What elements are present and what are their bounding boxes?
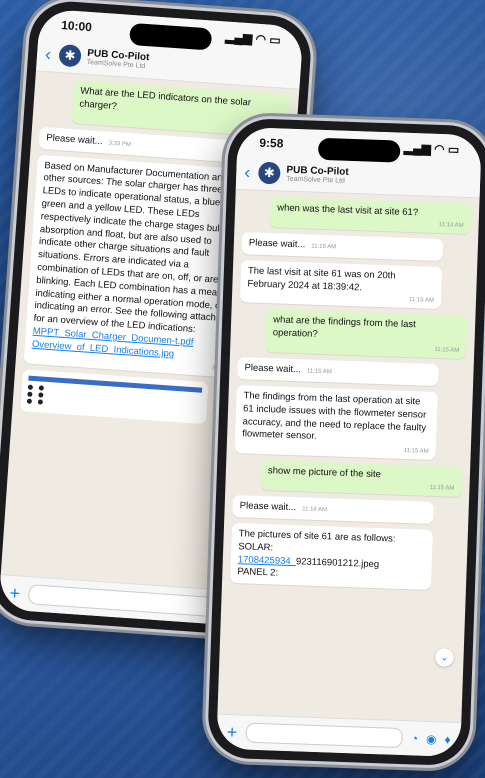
scroll-down-icon[interactable]: ⌄ (435, 648, 454, 667)
camera-icon[interactable]: ◉ (426, 732, 437, 746)
message-out: show me picture of the site 11:15 AM (260, 460, 463, 498)
status-time: 9:58 (259, 135, 284, 151)
message-in: The findings from the last operation at … (234, 385, 438, 461)
message-in: The last visit at site 61 was on 20th Fe… (239, 259, 443, 310)
contact-subtitle: TeamSolve Pte Ltd (286, 175, 345, 185)
avatar[interactable]: ✱ (257, 161, 281, 185)
message-out: what are the findings from the last oper… (265, 309, 468, 360)
dynamic-island (317, 137, 401, 163)
message-in: Please wait... 11:15 AM (241, 232, 444, 261)
microphone-icon[interactable]: ♦ (444, 733, 451, 747)
signal-icon: ▂▄▆ ◠ ▭ (403, 140, 460, 157)
message-in: Please wait... 11:16 AM (232, 495, 434, 525)
plus-icon[interactable]: + (226, 721, 237, 742)
plus-icon[interactable]: + (9, 582, 21, 604)
composer: + ◔ ◉ ♦ (216, 713, 462, 758)
image-link[interactable]: 1708425934 (238, 554, 291, 567)
message-out: when was the last visit at site 61? 11:1… (269, 197, 472, 235)
message-in: Based on Manufacturer Documentation and … (23, 154, 255, 379)
message-in: Please wait... 11:15 AM (237, 357, 439, 387)
status-time: 10:00 (60, 18, 93, 35)
message-in: The pictures of site 61 are as follows: … (229, 523, 433, 591)
phone-right: 9:58 ▂▄▆ ◠ ▭ ‹ ✱ PUB Co-Pilot TeamSolve … (206, 117, 485, 767)
back-icon[interactable]: ‹ (244, 162, 251, 183)
avatar[interactable]: ✱ (58, 43, 82, 68)
sticker-icon[interactable]: ◔ (411, 731, 419, 745)
chat-thread[interactable]: when was the last visit at site 61? 11:1… (222, 190, 480, 604)
message-input[interactable] (244, 722, 404, 749)
message-input[interactable] (27, 584, 239, 619)
back-icon[interactable]: ‹ (44, 43, 51, 64)
screen-right: 9:58 ▂▄▆ ◠ ▭ ‹ ✱ PUB Co-Pilot TeamSolve … (216, 126, 482, 758)
image-thumbnail[interactable] (20, 369, 209, 424)
signal-icon: ▂▄▆ ◠ ▭ (224, 29, 282, 48)
